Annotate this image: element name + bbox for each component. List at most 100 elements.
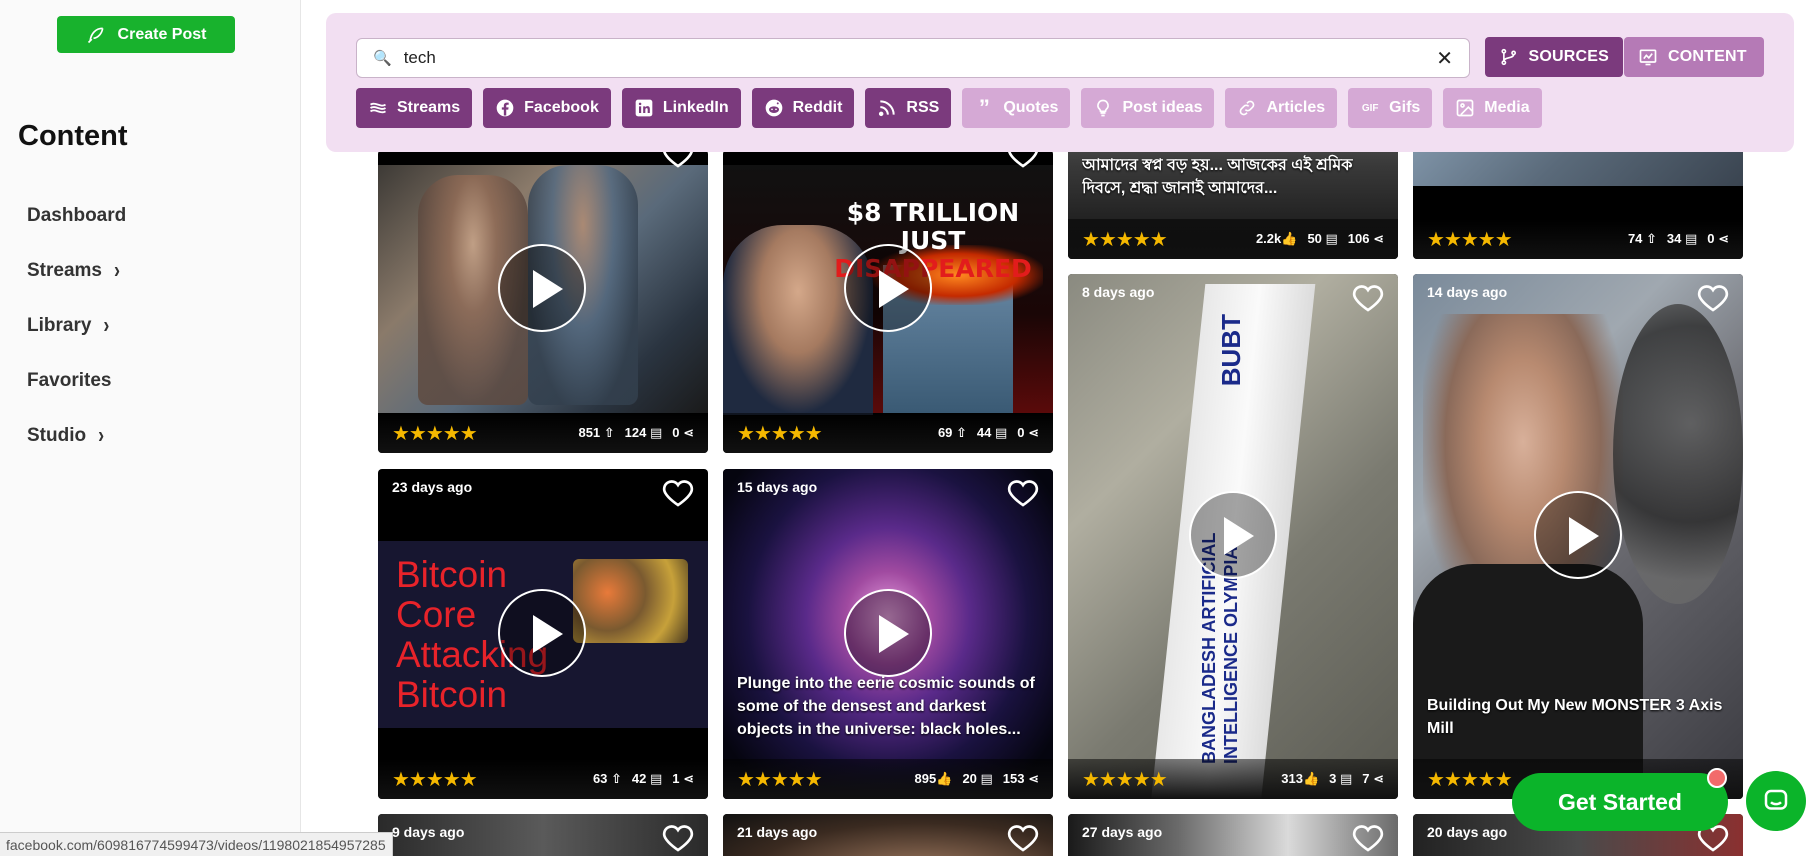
content-card[interactable]: BUBT BANGLADESH ARTIFICIAL INTELLIGENCE …: [1068, 274, 1398, 799]
search-box: 🔍 ✕: [356, 38, 1470, 78]
clear-icon[interactable]: ✕: [1436, 46, 1453, 71]
streams-icon: [368, 98, 388, 118]
chip-linkedin[interactable]: LinkedIn: [621, 88, 741, 128]
comment-count: 42 ▤: [631, 771, 663, 786]
card-age: 14 days ago: [1427, 284, 1508, 300]
rating-stars: ★★★★★: [1082, 228, 1168, 251]
rating-stars: ★★★★★: [737, 768, 823, 791]
content-card[interactable]: 14 days ago Building Out My New MONSTER …: [1413, 274, 1743, 799]
card-age: 9 days ago: [392, 824, 465, 840]
heart-icon[interactable]: [1007, 477, 1039, 509]
tab-sources[interactable]: SOURCES: [1485, 37, 1623, 77]
rating-stars: ★★★★★: [392, 422, 478, 445]
chart-board-icon: [1639, 49, 1657, 66]
chip-label: Articles: [1266, 99, 1326, 116]
rating-stars: ★★★★★: [737, 422, 823, 445]
card-age: 8 days ago: [1082, 284, 1155, 300]
chip-label: Post ideas: [1122, 99, 1203, 116]
share-count: 0 ⋖: [1017, 425, 1039, 440]
source-filter-chips: Streams Facebook LinkedIn Reddit RSS ” Q…: [356, 88, 1542, 128]
content-card[interactable]: Bitcoin Core Attacking Bitcoin 23 days a…: [378, 469, 708, 799]
search-panel: 🔍 ✕ SOURCES CONTENT Streams Facebook Lin…: [326, 13, 1794, 152]
card-footer: ★★★★★ 69 ⇧ 44 ▤ 0 ⋖: [723, 413, 1053, 453]
play-icon[interactable]: [498, 244, 586, 332]
chip-label: LinkedIn: [662, 99, 729, 116]
content-card[interactable]: $8 TRILLION JUST DISAPPEARED ★★★★★ 69 ⇧ …: [723, 150, 1053, 453]
card-stats: 895👍 20 ▤ 153 ⋖: [915, 771, 1039, 787]
comment-count: 3 ▤: [1329, 771, 1353, 786]
play-icon[interactable]: [1534, 491, 1622, 579]
card-stats: 2.2k👍 50 ▤ 106 ⋖: [1256, 231, 1384, 247]
card-stats: 313👍 3 ▤ 7 ⋖: [1281, 771, 1384, 787]
heart-icon[interactable]: [1007, 822, 1039, 854]
card-footer: ★★★★★ 313👍 3 ▤ 7 ⋖: [1068, 759, 1398, 799]
rating-stars: ★★★★★: [1427, 768, 1513, 791]
search-input[interactable]: [403, 48, 1437, 68]
play-icon[interactable]: [498, 589, 586, 677]
chip-quotes[interactable]: ” Quotes: [962, 88, 1071, 128]
tab-content-label: CONTENT: [1668, 48, 1747, 65]
card-footer: ★★★★★ 74 ⇧ 34 ▤ 0 ⋖: [1413, 219, 1743, 259]
share-count: 153 ⋖: [1002, 771, 1039, 786]
banner-top-text: BUBT: [1216, 314, 1246, 387]
rating-stars: ★★★★★: [1082, 768, 1168, 791]
like-count: 69 ⇧: [937, 425, 967, 440]
chip-media[interactable]: Media: [1443, 88, 1542, 128]
chip-label: Gifs: [1389, 99, 1421, 116]
play-icon[interactable]: [1189, 491, 1277, 579]
chip-gifs[interactable]: GIF Gifs: [1348, 88, 1433, 128]
content-card[interactable]: 9 days ago: [378, 814, 708, 856]
facebook-icon: [495, 98, 515, 118]
heart-icon[interactable]: [1352, 282, 1384, 314]
card-footer: ★★★★★ 2.2k👍 50 ▤ 106 ⋖: [1068, 219, 1398, 259]
notification-dot: [1707, 768, 1727, 788]
tab-sources-label: SOURCES: [1528, 48, 1609, 65]
card-footer: ★★★★★ 63 ⇧ 42 ▤ 1 ⋖: [378, 759, 708, 799]
content-card[interactable]: ★★★★★ 851 ⇧ 124 ▤ 0 ⋖: [378, 150, 708, 453]
card-age: 20 days ago: [1427, 824, 1508, 840]
heart-icon[interactable]: [662, 150, 694, 170]
chat-icon: [1764, 789, 1788, 810]
chat-button[interactable]: [1746, 771, 1806, 831]
chip-articles[interactable]: Articles: [1225, 88, 1338, 128]
like-count: 313👍: [1281, 771, 1320, 786]
rating-stars: ★★★★★: [392, 768, 478, 791]
lightbulb-icon: [1093, 98, 1113, 118]
heart-icon[interactable]: [662, 477, 694, 509]
chip-post-ideas[interactable]: Post ideas: [1081, 88, 1215, 128]
play-icon[interactable]: [844, 244, 932, 332]
tab-content[interactable]: CONTENT: [1624, 37, 1764, 77]
share-count: 106 ⋖: [1347, 231, 1384, 246]
chip-streams[interactable]: Streams: [356, 88, 473, 128]
chip-label: Quotes: [1003, 99, 1059, 116]
comment-count: 124 ▤: [624, 425, 663, 440]
comment-count: 20 ▤: [962, 771, 993, 786]
content-card[interactable]: 21 days ago: [723, 814, 1053, 856]
heart-icon[interactable]: [1007, 150, 1039, 170]
chip-label: Streams: [397, 99, 461, 116]
reddit-icon: [764, 98, 784, 118]
share-count: 0 ⋖: [1707, 231, 1729, 246]
branch-icon: [1501, 48, 1517, 66]
chip-facebook[interactable]: Facebook: [483, 88, 611, 128]
card-caption: আমাদের স্বপ্ন বড় হয়... আজকের এই শ্রমিক…: [1082, 157, 1353, 197]
content-card[interactable]: 27 days ago: [1068, 814, 1398, 856]
chip-rss[interactable]: RSS: [865, 88, 952, 128]
get-started-button[interactable]: Get Started: [1512, 773, 1728, 831]
play-icon[interactable]: [844, 589, 932, 677]
heart-icon[interactable]: [1697, 282, 1729, 314]
search-icon: 🔍: [373, 50, 392, 67]
comment-count: 50 ▤: [1307, 231, 1338, 246]
card-caption: Building Out My New MONSTER 3 Axis Mill: [1427, 697, 1723, 737]
card-caption: Plunge into the eerie cosmic sounds of s…: [737, 675, 1035, 738]
heart-icon[interactable]: [1352, 822, 1384, 854]
card-footer: ★★★★★ 851 ⇧ 124 ▤ 0 ⋖: [378, 413, 708, 453]
rss-icon: [877, 98, 897, 118]
card-age: 23 days ago: [392, 479, 473, 495]
chip-reddit[interactable]: Reddit: [751, 88, 855, 128]
like-count: 63 ⇧: [592, 771, 622, 786]
share-count: 7 ⋖: [1362, 771, 1384, 786]
heart-icon[interactable]: [662, 822, 694, 854]
content-card[interactable]: 15 days ago Plunge into the eerie cosmic…: [723, 469, 1053, 799]
card-age: 15 days ago: [737, 479, 818, 495]
